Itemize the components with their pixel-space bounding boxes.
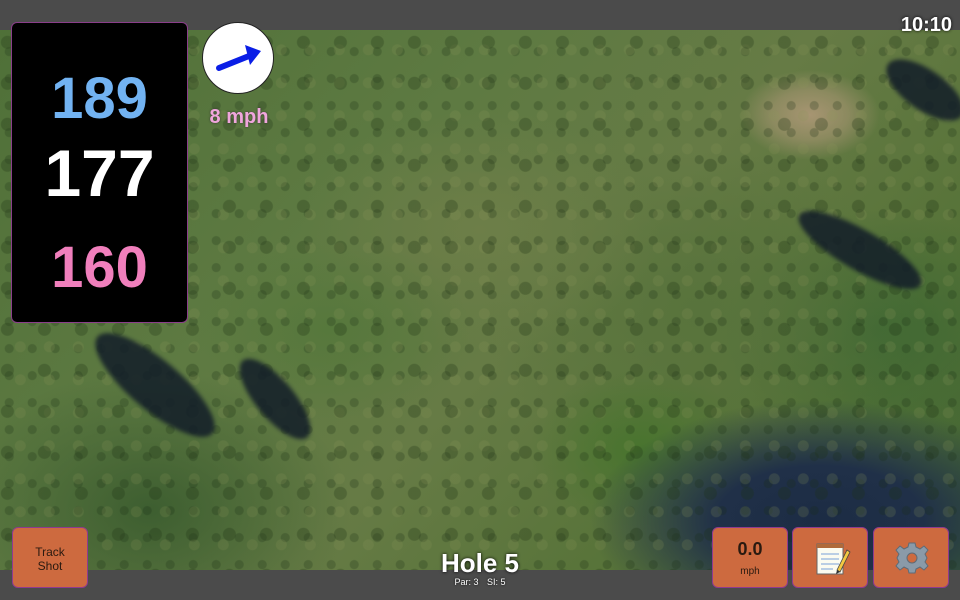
speed-value: 0.0 — [737, 539, 763, 559]
wind-arrow-icon — [216, 45, 261, 71]
yardage-panel: 189 177 160 — [11, 22, 188, 323]
clock: 10:10 — [900, 14, 952, 36]
hole-stroke-index: SI: 5 — [487, 577, 506, 587]
wind-speed: 8 mph — [209, 106, 269, 128]
track-shot-button[interactable]: Track Shot — [12, 527, 88, 588]
hole-par: Par: 3 — [454, 577, 479, 587]
gear-icon — [895, 542, 929, 574]
notepad-icon — [816, 543, 851, 575]
hole-info: Par: 3 SI: 5 — [380, 577, 580, 587]
wind-indicator[interactable] — [202, 22, 274, 94]
notes-button[interactable] — [792, 527, 868, 588]
front-yardage: 160 — [51, 235, 148, 300]
track-shot-label-line1: Track — [35, 545, 65, 559]
speed-button[interactable]: 0.0 mph — [712, 527, 788, 588]
settings-button[interactable] — [873, 527, 949, 588]
track-shot-label-line2: Shot — [37, 559, 63, 573]
hole-title: Hole 5 — [440, 548, 520, 578]
middle-yardage: 177 — [44, 136, 155, 210]
speed-unit: mph — [740, 566, 760, 577]
back-yardage: 189 — [51, 66, 148, 131]
